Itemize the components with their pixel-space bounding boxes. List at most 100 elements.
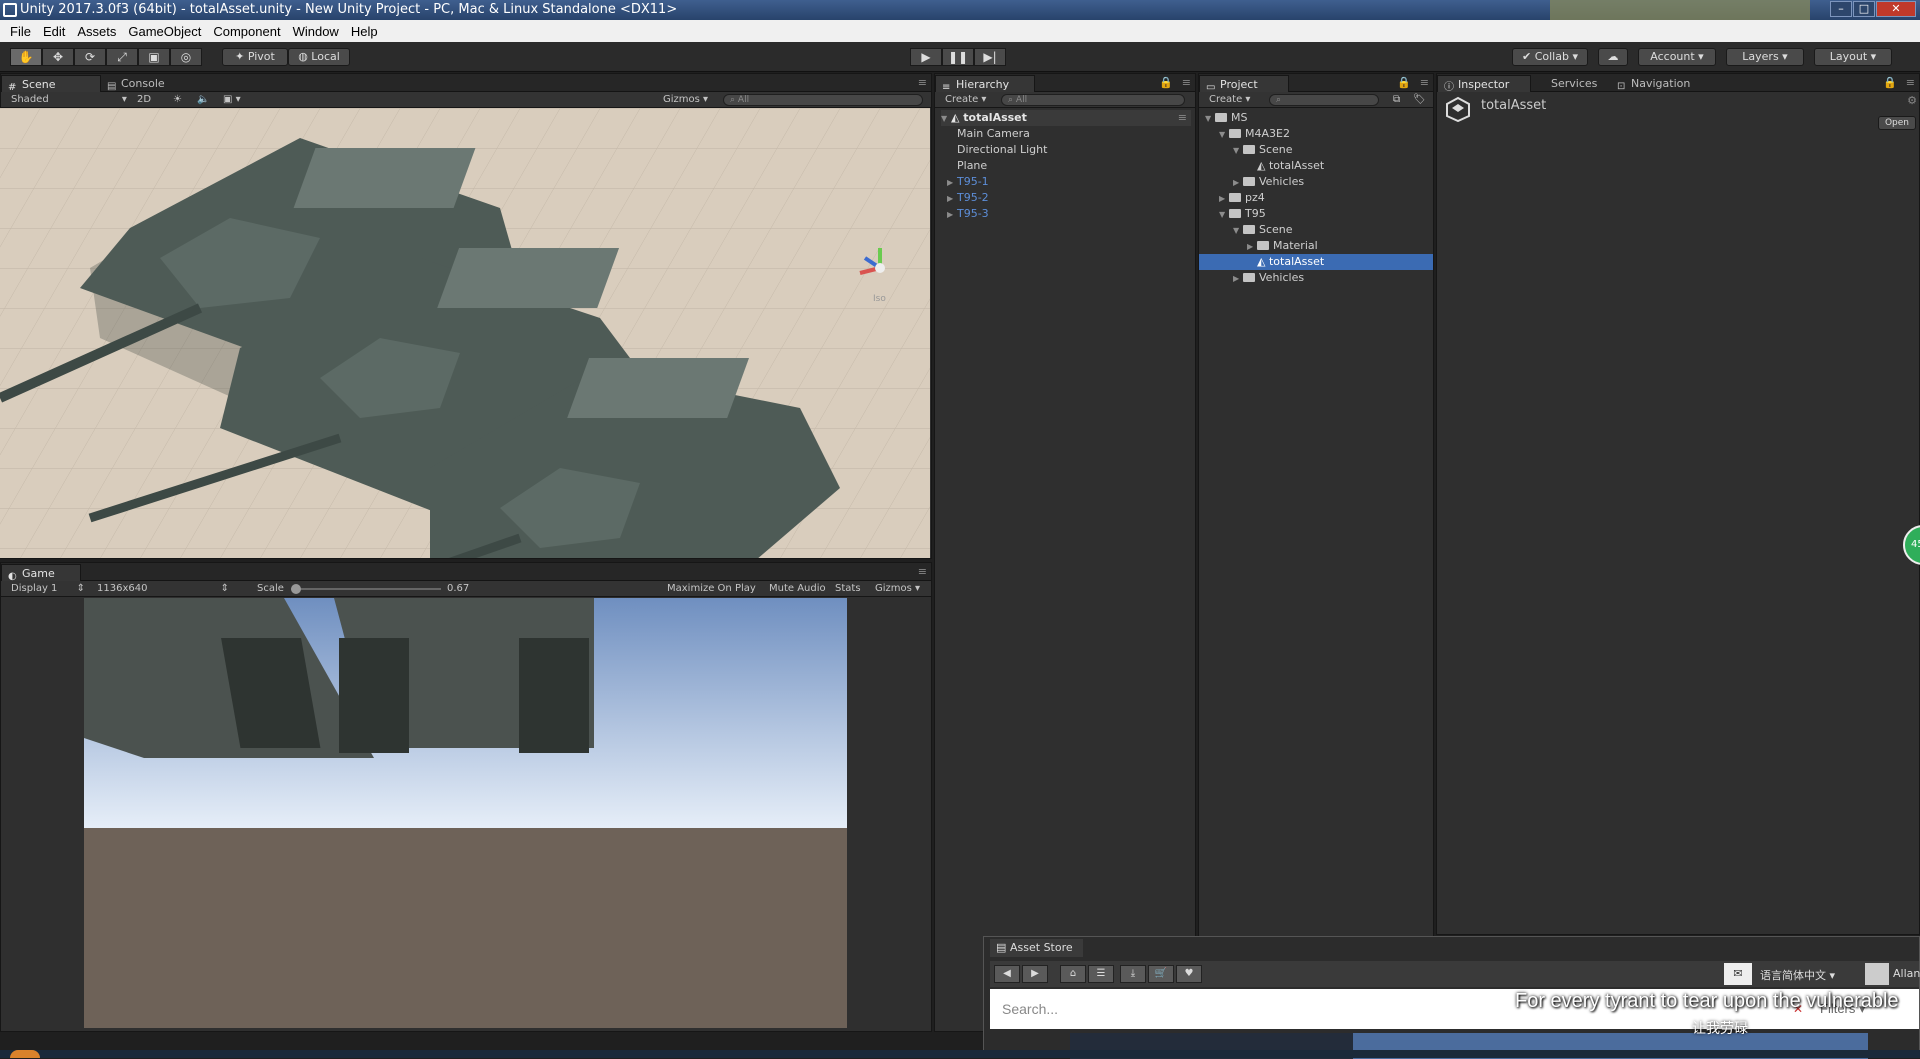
- mute-audio-toggle[interactable]: Mute Audio: [761, 581, 826, 597]
- tab-inspector[interactable]: ⓘ Inspector: [1437, 75, 1531, 93]
- expand-arrow-icon[interactable]: ▶: [1233, 175, 1243, 191]
- avatar[interactable]: [1865, 963, 1889, 985]
- menu-help[interactable]: Help: [345, 24, 384, 39]
- project-folder-item[interactable]: ▼ Scene: [1199, 142, 1433, 158]
- expand-arrow-icon[interactable]: ▶: [1233, 271, 1243, 287]
- tab-game[interactable]: ◐ Game: [1, 564, 81, 582]
- project-search-input[interactable]: ⌕: [1269, 94, 1379, 106]
- orientation-gizmo[interactable]: Iso: [855, 243, 905, 303]
- menu-file[interactable]: File: [4, 24, 37, 39]
- hierarchy-search-input[interactable]: ⌕ All: [1001, 94, 1185, 106]
- cloud-icon[interactable]: ☁: [1598, 48, 1628, 66]
- hierarchy-create-dropdown[interactable]: Create ▾: [937, 92, 986, 108]
- expand-arrow-icon[interactable]: ▼: [1205, 111, 1215, 127]
- menu-edit[interactable]: Edit: [37, 24, 71, 39]
- hierarchy-menu-icon[interactable]: ≡: [1182, 76, 1191, 89]
- hierarchy-item[interactable]: Directional Light: [947, 142, 1047, 158]
- download-icon[interactable]: ⤓: [1120, 965, 1146, 983]
- game-viewport[interactable]: [84, 598, 847, 1028]
- pivot-toggle[interactable]: ✦ Pivot: [222, 48, 288, 66]
- move-tool-icon[interactable]: ✥: [42, 48, 74, 66]
- audio-toggle-icon[interactable]: 🔈: [189, 92, 209, 108]
- project-lock-icon[interactable]: 🔒: [1397, 76, 1411, 89]
- expand-arrow-icon[interactable]: ▼: [1233, 223, 1243, 239]
- tab-navigation[interactable]: ⊡ Navigation: [1611, 75, 1711, 92]
- project-scene-item[interactable]: ◭ totalAsset: [1199, 158, 1433, 174]
- scale-tool-icon[interactable]: ⤢: [106, 48, 138, 66]
- tab-console[interactable]: ▤ Console: [101, 75, 181, 92]
- lighting-toggle-icon[interactable]: ☀: [165, 92, 182, 108]
- project-folder-item[interactable]: ▼ Scene: [1199, 222, 1433, 238]
- toggle-2d[interactable]: 2D: [129, 92, 151, 108]
- local-toggle[interactable]: ◍ Local: [288, 48, 350, 66]
- tab-asset-store[interactable]: ▤ Asset Store: [990, 939, 1083, 957]
- expand-arrow-icon[interactable]: ▶: [947, 175, 957, 191]
- tab-hierarchy[interactable]: ≡ Hierarchy: [935, 75, 1035, 93]
- filter-by-type-icon[interactable]: ⧉: [1385, 92, 1400, 108]
- inspector-menu-icon[interactable]: ≡: [1906, 76, 1915, 89]
- menu-component[interactable]: Component: [207, 24, 286, 39]
- tab-scene[interactable]: # Scene: [1, 75, 101, 93]
- hand-tool-icon[interactable]: ✋: [10, 48, 42, 66]
- layers-dropdown[interactable]: Layers ▾: [1726, 48, 1804, 66]
- resolution-dropdown[interactable]: 1136x640 ⇕: [89, 581, 229, 597]
- panel-menu-icon[interactable]: ≡: [918, 76, 927, 89]
- mail-icon[interactable]: ✉: [1724, 963, 1752, 985]
- scene-root[interactable]: ▼ ◭ totalAsset ≡: [941, 110, 1191, 126]
- hierarchy-item[interactable]: ▶ T95-2: [947, 190, 989, 206]
- forward-icon[interactable]: ▶: [1022, 965, 1048, 983]
- home-icon[interactable]: ⌂: [1060, 965, 1086, 983]
- minimize-button[interactable]: –: [1830, 1, 1852, 17]
- expand-arrow-icon[interactable]: ▼: [1219, 127, 1229, 143]
- expand-arrow-icon[interactable]: ▶: [1219, 191, 1229, 207]
- start-button[interactable]: [10, 1050, 40, 1058]
- account-dropdown[interactable]: Account ▾: [1638, 48, 1716, 66]
- maximize-button[interactable]: □: [1853, 1, 1875, 17]
- display-dropdown[interactable]: Display 1 ⇕: [3, 581, 85, 597]
- project-menu-icon[interactable]: ≡: [1420, 76, 1429, 89]
- project-folder-item[interactable]: ▶ Material: [1199, 238, 1433, 254]
- user-name[interactable]: AllanL: [1893, 967, 1920, 980]
- lock-icon[interactable]: 🔒: [1159, 76, 1173, 89]
- scale-slider-thumb[interactable]: [291, 584, 301, 594]
- project-scene-item[interactable]: ◭ totalAsset: [1199, 254, 1433, 270]
- effects-toggle-icon[interactable]: ▣ ▾: [215, 92, 241, 108]
- hierarchy-item[interactable]: Plane: [947, 158, 987, 174]
- project-folder-item[interactable]: ▼ T95: [1199, 206, 1433, 222]
- project-folder-item[interactable]: ▼ MS: [1199, 110, 1433, 126]
- step-icon[interactable]: ▶|: [974, 48, 1006, 66]
- expand-arrow-icon[interactable]: ▶: [947, 207, 957, 223]
- scene-search-input[interactable]: ⌕ All: [723, 94, 923, 106]
- transform-tool-icon[interactable]: ◎: [170, 48, 202, 66]
- scene-viewport[interactable]: Iso: [0, 108, 930, 558]
- project-create-dropdown[interactable]: Create ▾: [1201, 92, 1250, 108]
- game-gizmos-dropdown[interactable]: Gizmos ▾: [867, 581, 920, 597]
- stats-toggle[interactable]: Stats: [827, 581, 861, 597]
- heart-icon[interactable]: ♥: [1176, 965, 1202, 983]
- menu-list-icon[interactable]: ☰: [1088, 965, 1114, 983]
- open-button[interactable]: Open: [1878, 116, 1916, 130]
- tab-project[interactable]: ▭ Project: [1199, 75, 1289, 93]
- rotate-tool-icon[interactable]: ⟳: [74, 48, 106, 66]
- scale-slider[interactable]: [291, 584, 441, 594]
- shading-dropdown[interactable]: Shaded ▾: [3, 92, 127, 108]
- tab-services[interactable]: Services: [1531, 75, 1611, 92]
- project-folder-item[interactable]: ▶ Vehicles: [1199, 270, 1433, 286]
- scene-menu-icon[interactable]: ≡: [1178, 110, 1187, 126]
- project-folder-item[interactable]: ▶ Vehicles: [1199, 174, 1433, 190]
- maximize-on-play-toggle[interactable]: Maximize On Play: [659, 581, 756, 597]
- game-panel-menu-icon[interactable]: ≡: [918, 565, 927, 578]
- expand-arrow-icon[interactable]: ▼: [1233, 143, 1243, 159]
- collab-dropdown[interactable]: ✔ Collab ▾: [1512, 48, 1588, 66]
- project-folder-item[interactable]: ▼ M4A3E2: [1199, 126, 1433, 142]
- menu-gameobject[interactable]: GameObject: [122, 24, 207, 39]
- rect-tool-icon[interactable]: ▣: [138, 48, 170, 66]
- back-icon[interactable]: ◀: [994, 965, 1020, 983]
- pause-icon[interactable]: ❚❚: [942, 48, 974, 66]
- project-folder-item[interactable]: ▶ pz4: [1199, 190, 1433, 206]
- layout-dropdown[interactable]: Layout ▾: [1814, 48, 1892, 66]
- expand-arrow-icon[interactable]: ▶: [947, 191, 957, 207]
- inspector-settings-icon[interactable]: ⚙: [1907, 94, 1917, 107]
- inspector-lock-icon[interactable]: 🔒: [1883, 76, 1897, 89]
- hierarchy-item[interactable]: ▶ T95-1: [947, 174, 989, 190]
